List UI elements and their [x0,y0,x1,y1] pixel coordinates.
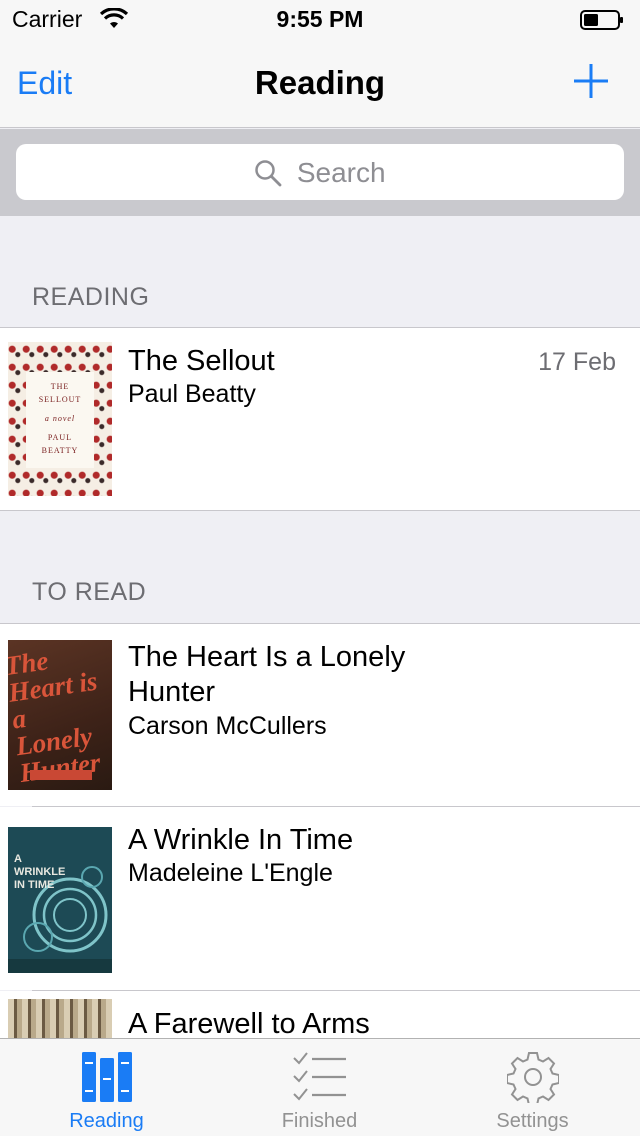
battery-icon [580,10,623,30]
cover-text-line: THE [50,382,70,391]
search-input[interactable]: Search [16,144,624,200]
tab-label: Reading [69,1110,144,1132]
cover-title-panel: THE SELLOUT a novel PAUL BEATTY [26,372,94,468]
book-author: Carson McCullers [128,712,327,740]
search-bar: Search [0,129,640,216]
search-icon [255,160,282,187]
book-date: 17 Feb [538,348,616,376]
book-row-the-sellout[interactable]: THE SELLOUT a novel PAUL BEATTY The Sell… [0,328,640,510]
book-cover: THE SELLOUT a novel PAUL BEATTY [8,342,112,496]
book-title: The Sellout [128,345,275,377]
section-header-label: READING [32,283,150,311]
tab-label: Finished [281,1110,358,1132]
navigation-bar: Edit Reading [0,40,640,128]
cover-text-line: SELLOUT [38,395,82,404]
book-author: Madeleine L'Engle [128,859,333,887]
book-cover: A WRINKLE IN TIME [8,827,112,973]
checklist-icon [292,1052,346,1101]
gear-icon [506,1052,559,1103]
book-author: Paul Beatty [128,380,256,408]
screen: Carrier 9:55 PM Edit Reading Search READ… [0,0,640,1136]
book-title: A Wrinkle In Time [128,824,354,856]
cover-swirl-art [8,866,112,973]
cover-text-line: a novel [44,414,76,423]
section-header-reading: READING [0,216,640,328]
cover-title-text: The Heart is a Lonely Hunter [8,645,103,789]
books-icon [81,1052,132,1102]
book-cover: The Heart is a Lonely Hunter [8,640,112,790]
cover-text-line: BEATTY [41,446,79,455]
search-field-content: Search [16,157,624,189]
book-title: The Heart Is a Lonely Hunter [128,641,406,708]
status-time: 9:55 PM [276,6,364,32]
cover-author-band [30,770,92,780]
cover-text-line: PAUL [47,433,73,442]
tab-settings[interactable]: Settings [426,1039,639,1136]
tab-reading[interactable]: Reading [0,1039,213,1136]
book-title: A Farewell to Arms [128,1008,370,1040]
plus-icon[interactable] [572,62,610,100]
search-placeholder: Search [296,157,386,188]
tab-label: Settings [496,1110,569,1132]
status-bar: Carrier 9:55 PM [0,0,640,40]
tab-bar: Reading Finished Settings [0,1038,640,1136]
section-header-to-read: TO READ [0,511,640,623]
book-row-wrinkle-in-time[interactable]: A WRINKLE IN TIME A Wrinkle In Time Made… [0,807,640,990]
book-row-heart-lonely-hunter[interactable]: The Heart is a Lonely Hunter The Heart I… [0,624,640,806]
cover-title-text: A WRINKLE IN TIME [14,853,66,891]
section-header-label: TO READ [32,578,147,606]
tab-finished[interactable]: Finished [213,1039,426,1136]
page-title: Reading [254,64,386,101]
